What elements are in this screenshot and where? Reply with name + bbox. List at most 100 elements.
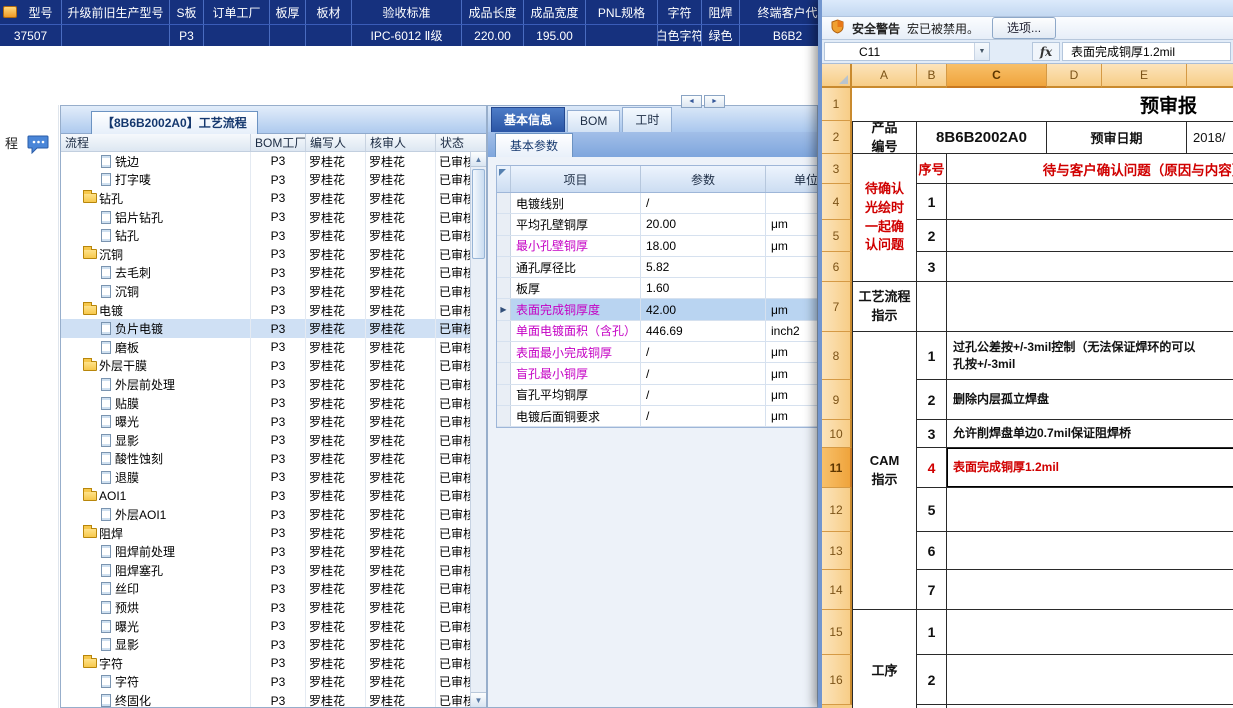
tree-row-auditor-cell[interactable]: 罗桂花 bbox=[366, 337, 436, 357]
tree-row-factory-cell[interactable]: P3 bbox=[251, 430, 306, 450]
confirm-num-cell[interactable]: 1 bbox=[917, 184, 947, 220]
tree-row[interactable]: 预烘 P3 罗桂花 罗桂花 已审核 bbox=[61, 598, 470, 617]
tree-row-auditor-cell[interactable]: 罗桂花 bbox=[366, 561, 436, 580]
param-value-cell[interactable]: / bbox=[641, 342, 766, 363]
tree-row[interactable]: 阻焊塞孔 P3 罗桂花 罗桂花 已审核 bbox=[61, 561, 470, 580]
tree-row-factory-cell[interactable]: P3 bbox=[251, 561, 306, 580]
excel-row-header[interactable]: 10 bbox=[822, 420, 852, 448]
tree-row-factory-cell[interactable]: P3 bbox=[251, 672, 306, 692]
cam-num-cell[interactable]: 2 bbox=[917, 380, 947, 420]
tree-row-auditor-cell[interactable]: 罗桂花 bbox=[366, 449, 436, 469]
tree-row-status-cell[interactable]: 已审核 bbox=[436, 208, 470, 227]
param-value-cell[interactable]: 5.82 bbox=[641, 256, 766, 278]
tree-row[interactable]: 字符 P3 罗桂花 罗桂花 已审核 bbox=[61, 654, 470, 673]
options-button[interactable]: 选项... bbox=[992, 17, 1057, 39]
tree-row-factory-cell[interactable]: P3 bbox=[251, 244, 306, 264]
param-item-cell[interactable]: 单面电镀面积（含孔） bbox=[511, 320, 641, 342]
empty-cell[interactable] bbox=[917, 282, 947, 332]
tree-row-name-cell[interactable]: 预烘 bbox=[61, 598, 251, 617]
tree-row[interactable]: 负片电镀 P3 罗桂花 罗桂花 已审核 bbox=[61, 319, 470, 338]
param-unit-cell[interactable] bbox=[766, 257, 817, 277]
tree-row-factory-cell[interactable]: P3 bbox=[251, 412, 306, 431]
param-item-cell[interactable]: 平均孔壁铜厚 bbox=[511, 214, 641, 235]
tree-row[interactable]: 打字唛 P3 罗桂花 罗桂花 已审核 bbox=[61, 170, 470, 190]
toolbar-column-header[interactable]: 板材 bbox=[306, 0, 352, 24]
toolbar-value-cell[interactable]: 220.00 bbox=[462, 25, 524, 46]
tree-column-header[interactable]: 核审人 bbox=[366, 134, 436, 151]
param-item-cell[interactable]: 表面完成铜厚度 bbox=[511, 299, 641, 320]
tree-row[interactable]: 显影 P3 罗桂花 罗桂花 已审核 bbox=[61, 430, 470, 450]
tree-row-name-cell[interactable]: 磨板 bbox=[61, 337, 251, 357]
tree-row-writer-cell[interactable]: 罗桂花 bbox=[306, 226, 366, 245]
excel-row-header[interactable]: 9 bbox=[822, 380, 852, 420]
cam-num-cell[interactable]: 4 bbox=[917, 448, 947, 488]
tree-row-factory-cell[interactable]: P3 bbox=[251, 393, 306, 413]
scroll-down-icon[interactable]: ▼ bbox=[471, 692, 486, 707]
cam-text-cell[interactable] bbox=[947, 570, 1233, 610]
tree-row-auditor-cell[interactable]: 罗桂花 bbox=[366, 170, 436, 190]
excel-row-header[interactable]: 14 bbox=[822, 570, 852, 610]
cam-num-cell[interactable]: 6 bbox=[917, 532, 947, 570]
tree-row-writer-cell[interactable]: 罗桂花 bbox=[306, 263, 366, 283]
toolbar-value-cell[interactable]: 37507 bbox=[0, 25, 62, 46]
tree-row-name-cell[interactable]: 酸性蚀刻 bbox=[61, 449, 251, 469]
param-unit-cell[interactable] bbox=[766, 278, 817, 298]
tree-row[interactable]: 终固化 P3 罗桂花 罗桂花 已审核 bbox=[61, 691, 470, 707]
tree-row-factory-cell[interactable]: P3 bbox=[251, 226, 306, 245]
tree-row-auditor-cell[interactable]: 罗桂花 bbox=[366, 319, 436, 338]
tree-row[interactable]: 退膜 P3 罗桂花 罗桂花 已审核 bbox=[61, 468, 470, 487]
tree-row-status-cell[interactable]: 已审核 bbox=[436, 171, 470, 190]
tree-row-auditor-cell[interactable]: 罗桂花 bbox=[366, 691, 436, 707]
scroll-up-icon[interactable]: ▲ bbox=[471, 152, 486, 167]
confirm-num-cell[interactable]: 2 bbox=[917, 220, 947, 252]
tree-row[interactable]: 外层AOI1 P3 罗桂花 罗桂花 已审核 bbox=[61, 505, 470, 524]
tree-row-factory-cell[interactable]: P3 bbox=[251, 635, 306, 655]
tree-row-factory-cell[interactable]: P3 bbox=[251, 207, 306, 227]
confirm-num-cell[interactable]: 3 bbox=[917, 252, 947, 282]
param-row[interactable]: 板厚 1.60 bbox=[497, 278, 817, 300]
toolbar-value-cell[interactable]: 白色字符 bbox=[658, 25, 702, 46]
excel-row-header[interactable]: 16 bbox=[822, 655, 852, 705]
param-value-cell[interactable]: / bbox=[641, 384, 766, 405]
toolbar-value-cell[interactable]: 195.00 bbox=[524, 25, 586, 46]
toolbar-column-header[interactable]: 型号 bbox=[20, 0, 62, 24]
tree-row-status-cell[interactable]: 已审核 bbox=[436, 598, 470, 617]
panel-scroll-right-button[interactable]: ► bbox=[704, 95, 725, 108]
tree-row-name-cell[interactable]: 字符 bbox=[61, 654, 251, 673]
tree-row-writer-cell[interactable]: 罗桂花 bbox=[306, 300, 366, 320]
confirm-text-cell[interactable] bbox=[947, 252, 1233, 282]
tree-row[interactable]: 沉铜 P3 罗桂花 罗桂花 已审核 bbox=[61, 282, 470, 301]
tree-row-auditor-cell[interactable]: 罗桂花 bbox=[366, 244, 436, 264]
excel-row-header[interactable]: 12 bbox=[822, 488, 852, 532]
tree-row-writer-cell[interactable]: 罗桂花 bbox=[306, 189, 366, 208]
toolbar-column-header[interactable]: 板厚 bbox=[270, 0, 306, 24]
cam-num-cell[interactable]: 3 bbox=[917, 420, 947, 448]
excel-row-header[interactable]: 11 bbox=[822, 448, 852, 488]
cam-text-cell[interactable]: 删除内层孤立焊盘 bbox=[947, 380, 1233, 420]
tree-row[interactable]: 显影 P3 罗桂花 罗桂花 已审核 bbox=[61, 635, 470, 655]
tree-row-name-cell[interactable]: 丝印 bbox=[61, 579, 251, 599]
toolbar-column-header[interactable]: 订单工厂 bbox=[204, 0, 270, 24]
tree-column-header[interactable]: BOM工厂 bbox=[251, 134, 306, 151]
tree-row[interactable]: 曝光 P3 罗桂花 罗桂花 已审核 bbox=[61, 616, 470, 636]
tree-row-writer-cell[interactable]: 罗桂花 bbox=[306, 523, 366, 543]
tree-row-name-cell[interactable]: 沉铜 bbox=[61, 244, 251, 264]
empty-cell[interactable] bbox=[947, 282, 1233, 332]
tree-row-writer-cell[interactable]: 罗桂花 bbox=[306, 579, 366, 599]
param-value-cell[interactable]: 1.60 bbox=[641, 278, 766, 299]
params-header-unit[interactable]: 单位 bbox=[766, 166, 817, 192]
tree-row-writer-cell[interactable]: 罗桂花 bbox=[306, 319, 366, 338]
tree-row-name-cell[interactable]: 钻孔 bbox=[61, 189, 251, 208]
tree-row[interactable]: 外层干膜 P3 罗桂花 罗桂花 已审核 bbox=[61, 356, 470, 376]
param-item-cell[interactable]: 表面最小完成铜厚 bbox=[511, 342, 641, 363]
param-row[interactable]: 盲孔平均铜厚 / μm bbox=[497, 384, 817, 406]
tree-row-auditor-cell[interactable]: 罗桂花 bbox=[366, 598, 436, 617]
tree-row-factory-cell[interactable]: P3 bbox=[251, 523, 306, 543]
params-header-value[interactable]: 参数 bbox=[641, 166, 766, 192]
row-indicator[interactable] bbox=[497, 405, 511, 427]
tree-row-auditor-cell[interactable]: 罗桂花 bbox=[366, 542, 436, 562]
tree-row-factory-cell[interactable]: P3 bbox=[251, 263, 306, 283]
tree-row-name-cell[interactable]: 沉铜 bbox=[61, 282, 251, 301]
tree-title-tab[interactable]: 【8B6B2002A0】工艺流程 bbox=[91, 111, 258, 134]
tree-row-name-cell[interactable]: 曝光 bbox=[61, 616, 251, 636]
